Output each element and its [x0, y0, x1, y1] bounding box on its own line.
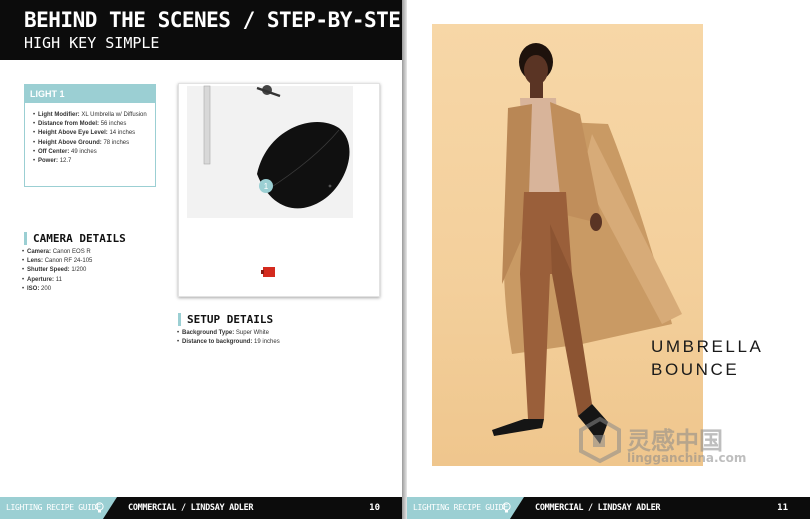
setup-spec-list: Background Type: Super White Distance to…: [177, 329, 280, 348]
light-1-card: LIGHT 1 Light Modifier: XL Umbrella w/ D…: [24, 84, 156, 187]
model-illustration: [492, 43, 682, 444]
page-number: 11: [777, 503, 788, 513]
spec-item: Lens: Canon RF 24-105: [22, 257, 92, 266]
footer-credit: COMMERCIAL / LINDSAY ADLER: [535, 503, 661, 513]
light-spec-list: Light Modifier: XL Umbrella w/ Diffusion…: [25, 103, 155, 166]
camera-details-heading: CAMERA DETAILS: [24, 232, 126, 245]
spec-item: Height Above Eye Level: 14 inches: [33, 129, 151, 138]
spec-item: Power: 12.7: [33, 157, 151, 166]
spec-item: Background Type: Super White: [177, 329, 280, 338]
light-card-heading: LIGHT 1: [25, 85, 155, 103]
page-subtitle: HIGH KEY SIMPLE: [24, 34, 160, 52]
watermark-url: lingganchina.com: [627, 451, 747, 465]
spec-item: Off Center: 49 inches: [33, 148, 151, 157]
spec-item: Aperture: 11: [22, 276, 92, 285]
header-banner: BEHIND THE SCENES / STEP-BY-STEP HIGH KE…: [0, 0, 402, 60]
camera-icon: [261, 267, 275, 277]
left-page: BEHIND THE SCENES / STEP-BY-STEP HIGH KE…: [0, 0, 402, 519]
page-footer: LIGHTING RECIPE GUIDE COMMERCIAL / LINDS…: [407, 497, 810, 519]
photo-title: UMBRELLA BOUNCE: [651, 337, 764, 379]
footer-credit: COMMERCIAL / LINDSAY ADLER: [128, 503, 254, 513]
spec-item: Shutter Speed: 1/200: [22, 266, 92, 275]
spec-item: Light Modifier: XL Umbrella w/ Diffusion: [33, 111, 151, 120]
spec-item: Distance to background: 19 inches: [177, 338, 280, 347]
spec-item: ISO: 200: [22, 285, 92, 294]
footer-guide-label: LIGHTING RECIPE GUIDE: [6, 503, 101, 512]
light-marker-label: 1: [264, 182, 269, 191]
setup-details-heading: SETUP DETAILS: [178, 313, 273, 326]
spec-item: Camera: Canon EOS R: [22, 248, 92, 257]
lightbulb-icon: [95, 502, 104, 513]
page-number: 10: [369, 503, 380, 513]
footer-guide-label: LIGHTING RECIPE GUIDE: [413, 503, 508, 512]
watermark: 灵感中国 lingganchina.com: [575, 415, 790, 475]
lighting-diagram: 1: [178, 83, 380, 297]
spec-item: Distance from Model: 56 inches: [33, 120, 151, 129]
right-page: UMBRELLA BOUNCE 灵感中国 lingganchina.com LI…: [407, 0, 810, 519]
spec-item: Height Above Ground: 78 inches: [33, 139, 151, 148]
watermark-logo-icon: [579, 416, 621, 464]
fashion-photo: [432, 24, 703, 466]
page-footer: LIGHTING RECIPE GUIDE COMMERCIAL / LINDS…: [0, 497, 402, 519]
camera-spec-list: Camera: Canon EOS R Lens: Canon RF 24-10…: [22, 248, 92, 294]
page-title: BEHIND THE SCENES / STEP-BY-STEP: [24, 8, 402, 32]
light-stand-icon: [203, 85, 211, 165]
lightbulb-icon: [502, 502, 511, 513]
